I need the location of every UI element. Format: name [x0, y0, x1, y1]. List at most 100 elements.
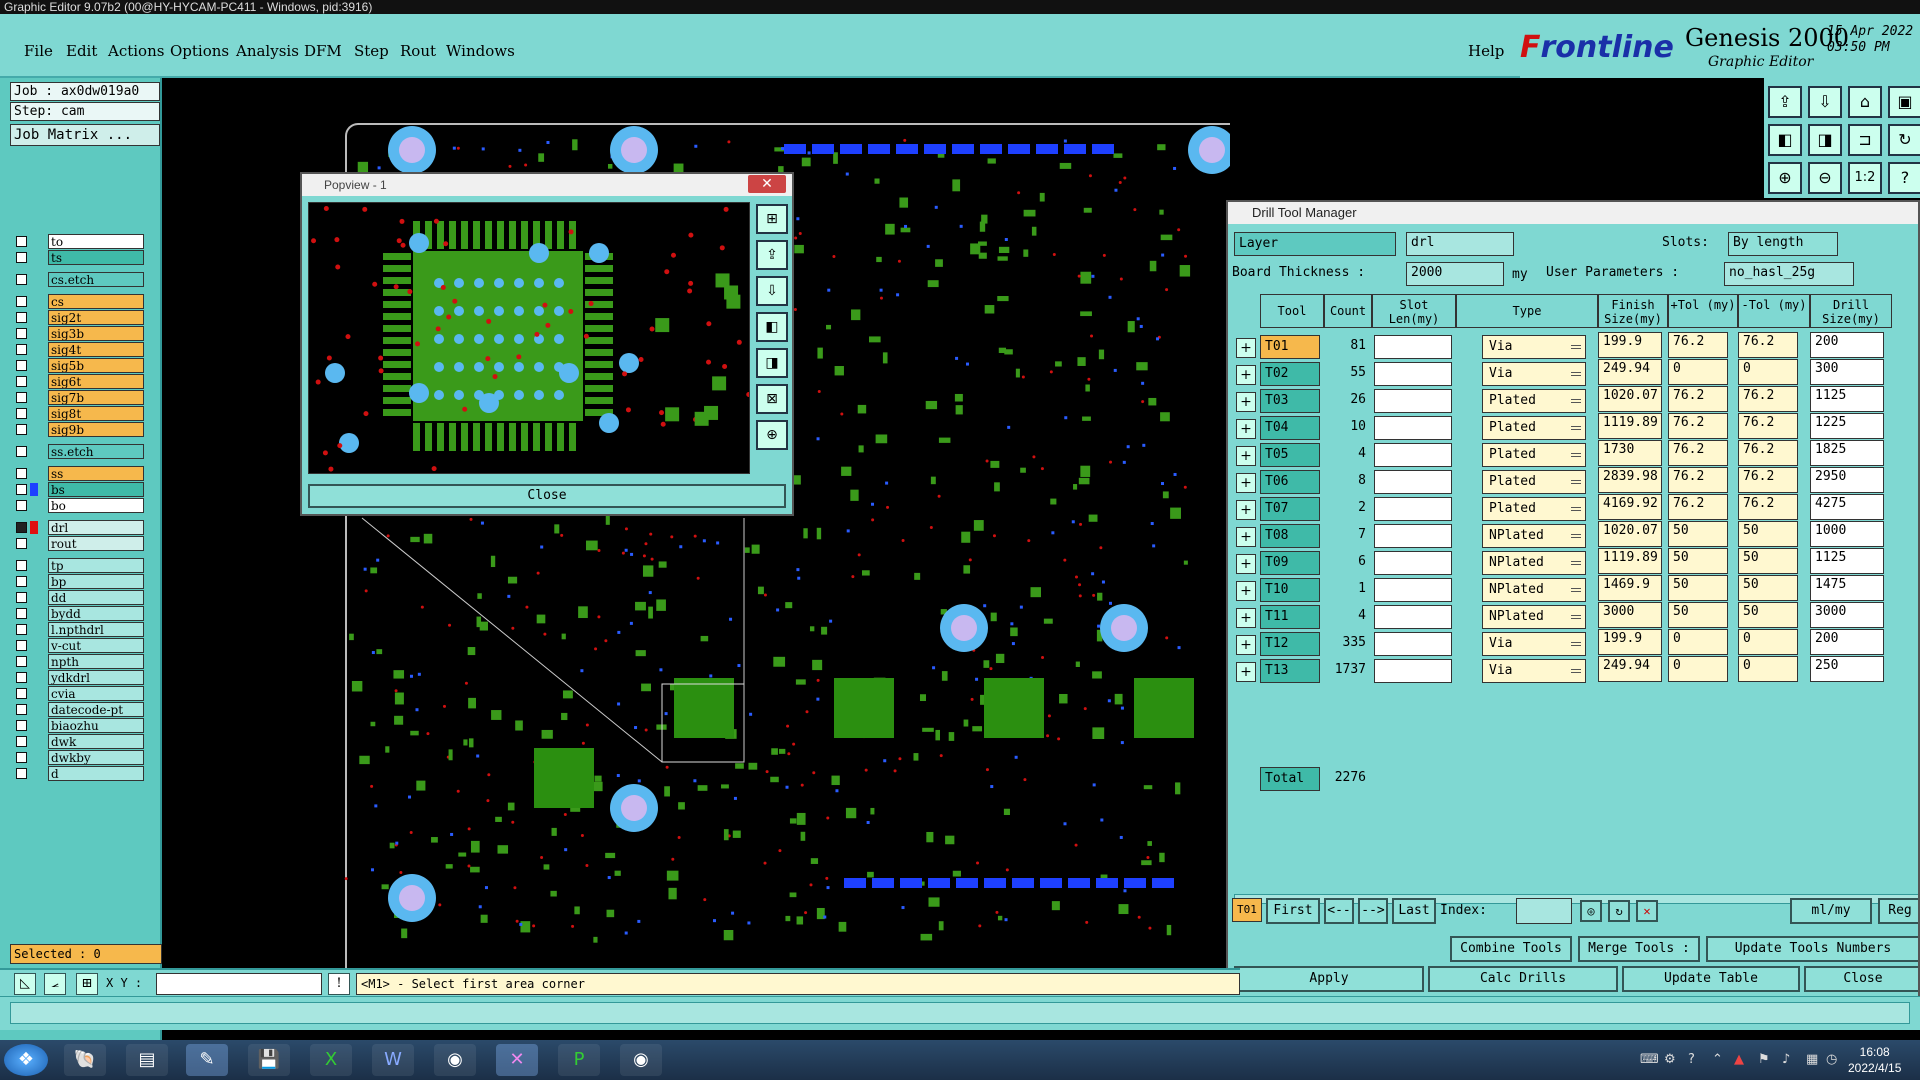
reg-button[interactable]: Reg	[1878, 898, 1918, 924]
menu-dfm[interactable]: DFM	[304, 42, 342, 60]
popview-tool-2-icon[interactable]: ⇪	[756, 240, 788, 270]
zoom-fit-icon[interactable]: ⊐	[1848, 124, 1882, 156]
finish-size-input[interactable]: 199.9	[1598, 629, 1662, 655]
tray-lang-icon[interactable]: ⚙	[1664, 1052, 1676, 1067]
menu-analysis[interactable]: Analysis	[236, 42, 299, 60]
layer-checkbox[interactable]	[16, 328, 27, 339]
layer-label[interactable]: sig4t	[48, 342, 144, 357]
merge-tools-button[interactable]: Merge Tools :	[1578, 936, 1700, 962]
expand-icon[interactable]: +	[1236, 635, 1256, 655]
menu-file[interactable]: File	[24, 42, 53, 60]
menu-edit[interactable]: Edit	[66, 42, 97, 60]
index-search-icon[interactable]: ◎	[1580, 900, 1602, 922]
tool-id[interactable]: T10	[1260, 578, 1320, 602]
drill-size-input[interactable]: 1225	[1810, 413, 1884, 439]
popview-tool-4-icon[interactable]: ◧	[756, 312, 788, 342]
minus-tol-input[interactable]: 50	[1738, 521, 1798, 547]
layer-checkbox[interactable]	[16, 688, 27, 699]
plus-tol-input[interactable]: 76.2	[1668, 332, 1728, 358]
tool-id[interactable]: T07	[1260, 497, 1320, 521]
menu-actions[interactable]: Actions	[108, 42, 164, 60]
layer-label[interactable]: biaozhu	[48, 718, 144, 733]
slot-len-input[interactable]	[1374, 416, 1452, 440]
tray-red-icon[interactable]: ▲	[1734, 1052, 1744, 1067]
layer-row-sig9b[interactable]: sig9b	[14, 422, 144, 437]
layer-checkbox[interactable]	[16, 592, 27, 603]
pan-left-icon[interactable]: ◧	[1768, 124, 1802, 156]
plus-tol-input[interactable]: 76.2	[1668, 494, 1728, 520]
layer-label[interactable]: cs	[48, 294, 144, 309]
layer-input[interactable]: drl	[1406, 232, 1514, 256]
expand-icon[interactable]: +	[1236, 392, 1256, 412]
finish-size-input[interactable]: 249.94	[1598, 359, 1662, 385]
layer-checkbox[interactable]	[16, 624, 27, 635]
tray-arrow-icon[interactable]: ⌃	[1712, 1052, 1723, 1067]
layer-label[interactable]: drl	[48, 520, 144, 535]
plus-tol-input[interactable]: 76.2	[1668, 440, 1728, 466]
type-select[interactable]: Plated	[1482, 389, 1586, 413]
type-select[interactable]: Plated	[1482, 416, 1586, 440]
finish-size-input[interactable]: 2839.98	[1598, 467, 1662, 493]
menu-options[interactable]: Options	[170, 42, 229, 60]
units-select[interactable]: ml/my	[1790, 898, 1872, 924]
taskbar-clock[interactable]: 16:08 2022/4/15	[1848, 1044, 1901, 1076]
expand-icon[interactable]: +	[1236, 446, 1256, 466]
expand-icon[interactable]: +	[1236, 527, 1256, 547]
type-select[interactable]: NPlated	[1482, 605, 1586, 629]
minus-tol-input[interactable]: 76.2	[1738, 386, 1798, 412]
finish-size-input[interactable]: 1730	[1598, 440, 1662, 466]
layer-checkbox[interactable]	[16, 704, 27, 715]
nav-first-button[interactable]: First	[1266, 898, 1320, 924]
popview-tool-7-icon[interactable]: ⊕	[756, 420, 788, 450]
update-tools-numbers-button[interactable]: Update Tools Numbers	[1706, 936, 1918, 962]
layer-label[interactable]: sig9b	[48, 422, 144, 437]
window-icon[interactable]: ▣	[1888, 86, 1920, 118]
layer-row-to[interactable]: to	[14, 234, 144, 249]
type-select[interactable]: NPlated	[1482, 578, 1586, 602]
minus-tol-input[interactable]: 76.2	[1738, 494, 1798, 520]
layer-checkbox[interactable]	[16, 296, 27, 307]
popview-tool-6-icon[interactable]: ⊠	[756, 384, 788, 414]
pan-right-icon[interactable]: ◨	[1808, 124, 1842, 156]
expand-icon[interactable]: +	[1236, 581, 1256, 601]
drill-size-input[interactable]: 1125	[1810, 548, 1884, 574]
plus-tol-input[interactable]: 76.2	[1668, 413, 1728, 439]
expand-icon[interactable]: +	[1236, 662, 1256, 682]
expand-icon[interactable]: +	[1236, 365, 1256, 385]
tool-id[interactable]: T02	[1260, 362, 1320, 386]
layer-label[interactable]: bs	[48, 482, 144, 497]
layer-row-ss.etch[interactable]: ss.etch	[14, 444, 144, 459]
tool-id[interactable]: T12	[1260, 632, 1320, 656]
calc-drills-button[interactable]: Calc Drills	[1428, 966, 1618, 992]
menu-windows[interactable]: Windows	[446, 42, 515, 60]
layer-checkbox[interactable]	[16, 736, 27, 747]
slot-len-input[interactable]	[1374, 578, 1452, 602]
slot-len-input[interactable]	[1374, 470, 1452, 494]
minus-tol-input[interactable]: 0	[1738, 359, 1798, 385]
layer-row-sig2t[interactable]: sig2t	[14, 310, 144, 325]
tool-id[interactable]: T06	[1260, 470, 1320, 494]
drill-size-input[interactable]: 200	[1810, 629, 1884, 655]
tray-volume-icon[interactable]: ♪	[1782, 1052, 1790, 1067]
layer-label[interactable]: tp	[48, 558, 144, 573]
xy-input[interactable]	[156, 973, 322, 995]
nav-next-button[interactable]: -->	[1358, 898, 1388, 924]
layer-checkbox[interactable]	[16, 252, 27, 263]
layer-checkbox[interactable]	[16, 768, 27, 779]
grid-tool-icon[interactable]: ⊞	[76, 973, 98, 995]
slot-len-input[interactable]	[1374, 497, 1452, 521]
layer-checkbox[interactable]	[16, 274, 27, 285]
drill-size-input[interactable]: 200	[1810, 332, 1884, 358]
layer-checkbox[interactable]	[16, 446, 27, 457]
layer-label[interactable]: l.npthdrl	[48, 622, 144, 637]
slot-len-input[interactable]	[1374, 632, 1452, 656]
tool-id[interactable]: T04	[1260, 416, 1320, 440]
layer-label[interactable]: ts	[48, 250, 144, 265]
layer-label[interactable]: bo	[48, 498, 144, 513]
layer-label[interactable]: datecode-pt	[48, 702, 144, 717]
type-select[interactable]: Via	[1482, 335, 1586, 359]
layer-checkbox[interactable]	[16, 640, 27, 651]
layer-label[interactable]: sig3b	[48, 326, 144, 341]
layer-checkbox[interactable]	[16, 376, 27, 387]
layer-checkbox[interactable]	[16, 720, 27, 731]
